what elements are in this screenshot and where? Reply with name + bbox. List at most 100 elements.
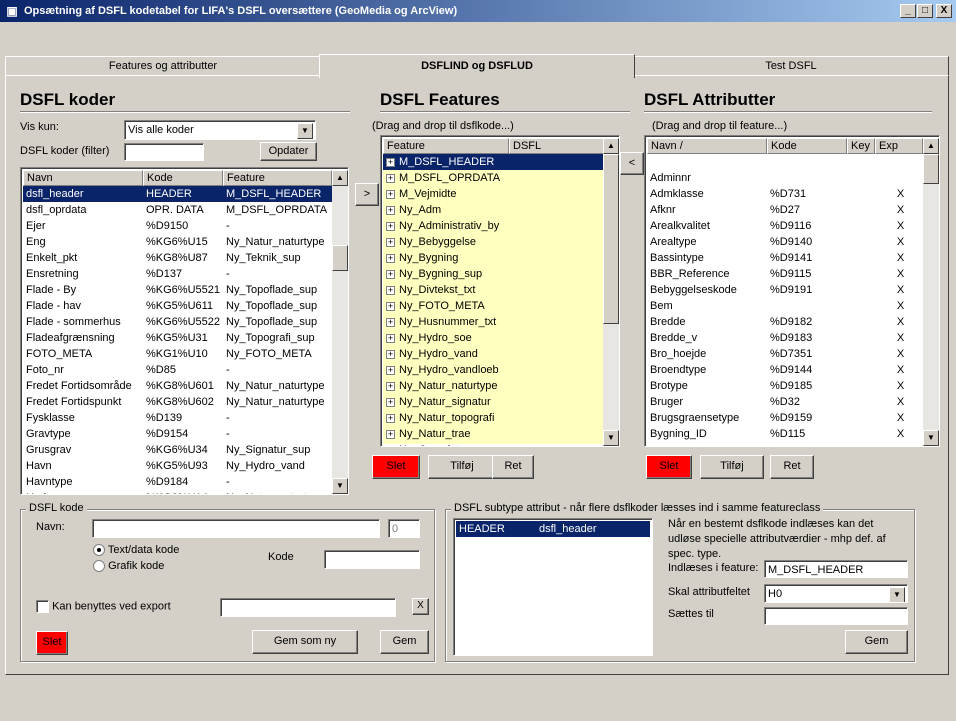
saettes-input[interactable] [764, 607, 908, 625]
attributter-scrollbar[interactable]: ▲ ▼ [923, 138, 939, 446]
table-row[interactable]: Hede%KG6%U14Ny_Natur_naturtype [23, 490, 332, 494]
radio-text-data[interactable]: Text/data kode [93, 544, 179, 557]
scroll-up-icon[interactable]: ▲ [603, 138, 619, 154]
expand-icon[interactable]: + [386, 221, 395, 231]
filter-input[interactable] [124, 143, 204, 161]
list-item[interactable]: + Ny_Administrativ_by [383, 218, 603, 234]
expand-icon[interactable]: + [386, 301, 395, 311]
table-row[interactable]: dsfl_oprdata OPR. DATA M_DSFL_OPRDATA [23, 202, 332, 218]
chevron-down-icon[interactable]: ▼ [889, 587, 905, 602]
features-tilfoej-button[interactable]: Tilføj [428, 455, 496, 479]
table-row[interactable]: Grusgrav %KG6%U34 Ny_Signatur_sup [23, 442, 332, 458]
table-row[interactable]: Flade - By %KG6%U5521 Ny_Topoflade_sup [23, 282, 332, 298]
table-row[interactable]: Brotype %D9185 X [647, 378, 923, 394]
col-navn[interactable]: Navn [23, 170, 143, 186]
table-row[interactable]: Ejer %D9150 - [23, 218, 332, 234]
table-row[interactable]: Fladeafgrænsning %KG5%U31 Ny_Topografi_sup [23, 330, 332, 346]
list-item[interactable]: + Ny_Bebyggelse [383, 234, 603, 250]
table-row[interactable]: Bruger %D32 X [647, 394, 923, 410]
list-item[interactable]: + Ny_Natur_trae [383, 426, 603, 442]
list-item[interactable]: + Ny_Hydro_vandloeb [383, 362, 603, 378]
expand-icon[interactable]: + [386, 237, 395, 247]
expand-icon[interactable]: + [386, 317, 395, 327]
kode-gem-button[interactable]: Gem [380, 630, 429, 654]
koder-list[interactable]: Navn Kode Feature dsfl_header HEADER M_DSF… [20, 167, 349, 495]
kode-slet-button[interactable]: Slet [36, 631, 68, 655]
features-scrollbar[interactable]: ▲ ▼ [603, 138, 619, 446]
vis-kun-select[interactable]: Vis alle koder ▼ [124, 120, 316, 140]
table-row[interactable]: Brugsgraensetype %D9159 X [647, 410, 923, 426]
expand-icon[interactable]: + [386, 397, 395, 407]
table-row[interactable]: Fysklasse %D139 - [23, 410, 332, 426]
export-input[interactable] [220, 598, 396, 617]
kode-input[interactable] [324, 550, 420, 569]
attributter-ret-button[interactable]: Ret [770, 455, 814, 479]
table-row[interactable]: Bygning_ID %D115 X [647, 426, 923, 442]
export-checkbox-row[interactable]: Kan benyttes ved export [36, 600, 171, 613]
scroll-thumb[interactable] [603, 154, 619, 324]
scroll-up-icon[interactable]: ▲ [332, 170, 348, 186]
table-row[interactable]: Havn %KG5%U93 Ny_Hydro_vand [23, 458, 332, 474]
list-item[interactable]: + Ny_Bygning [383, 250, 603, 266]
attributter-slet-button[interactable]: Slet [646, 455, 692, 479]
list-item[interactable]: + Ny_Natur_topografi [383, 410, 603, 426]
scroll-down-icon[interactable]: ▼ [923, 430, 939, 446]
list-item[interactable]: + M_DSFL_HEADER [383, 154, 603, 170]
table-row[interactable]: Arealtype %D9140 X [647, 234, 923, 250]
expand-icon[interactable]: + [386, 445, 395, 446]
koder-scrollbar[interactable]: ▲ ▼ [332, 170, 348, 494]
scroll-down-icon[interactable]: ▼ [332, 478, 348, 494]
move-left-button[interactable]: < [620, 152, 644, 175]
table-row[interactable]: Gravtype %D9154 - [23, 426, 332, 442]
list-item[interactable]: + Ny_Hydro_soe [383, 330, 603, 346]
col-dsfl[interactable]: DSFL [509, 138, 605, 154]
scroll-thumb[interactable] [332, 245, 348, 271]
list-item[interactable]: + Ny_Hydro_vand [383, 346, 603, 362]
table-row[interactable]: Broendtype %D9144 X [647, 362, 923, 378]
table-row[interactable]: Arealkvalitet %D9116 X [647, 218, 923, 234]
table-row[interactable]: Bassintype %D9141 X [647, 250, 923, 266]
opdater-button[interactable]: Opdater [260, 142, 317, 161]
list-item[interactable]: + Ny_Husnummer_txt [383, 314, 603, 330]
table-row[interactable]: Bem X [647, 298, 923, 314]
col-kode[interactable]: Kode [767, 138, 847, 154]
expand-icon[interactable]: + [386, 253, 395, 263]
indlaeses-input[interactable]: M_DSFL_HEADER [764, 560, 908, 578]
table-row[interactable]: Bygningstype%D9111 X [647, 442, 923, 444]
list-item[interactable]: + M_Vejmidte [383, 186, 603, 202]
scroll-down-icon[interactable]: ▼ [603, 430, 619, 446]
table-row[interactable]: Eng %KG6%U15 Ny_Natur_naturtype [23, 234, 332, 250]
table-row[interactable]: Enkelt_pkt %KG8%U87 Ny_Teknik_sup [23, 250, 332, 266]
export-clear-button[interactable]: X [412, 598, 429, 615]
table-row[interactable]: Flade - hav %KG5%U611 Ny_Topoflade_sup [23, 298, 332, 314]
features-slet-button[interactable]: Slet [372, 455, 420, 479]
table-row[interactable]: FOTO_META %KG1%U10 Ny_FOTO_META [23, 346, 332, 362]
table-row[interactable]: Adminnr [647, 170, 923, 186]
col-navn[interactable]: Navn / [647, 138, 767, 154]
move-right-button[interactable]: > [355, 183, 379, 206]
expand-icon[interactable]: + [386, 189, 395, 199]
col-feature[interactable]: Feature [223, 170, 332, 186]
table-row[interactable]: Admklasse %D731 X [647, 186, 923, 202]
col-feature[interactable]: Feature [383, 138, 509, 154]
subtype-gem-button[interactable]: Gem [845, 630, 908, 654]
chevron-down-icon[interactable]: ▼ [297, 123, 313, 139]
expand-icon[interactable]: + [386, 413, 395, 423]
radio-unselected-icon[interactable] [93, 560, 105, 573]
table-row[interactable]: Bredde %D9182 X [647, 314, 923, 330]
table-row[interactable]: Fredet Fortidspunkt %KG8%U602 Ny_Natur_nat… [23, 394, 332, 410]
table-row[interactable]: BBR_Reference %D9115 X [647, 266, 923, 282]
expand-icon[interactable]: + [386, 429, 395, 439]
col-kode[interactable]: Kode [143, 170, 223, 186]
table-row[interactable]: dsfl_header HEADER M_DSFL_HEADER [23, 186, 332, 202]
expand-icon[interactable]: + [386, 157, 395, 167]
table-row[interactable]: Afknr %D27 X [647, 202, 923, 218]
radio-grafik[interactable]: Grafik kode [93, 560, 164, 573]
list-item[interactable]: + Ny_Bygning_sup [383, 266, 603, 282]
table-row[interactable]: Bebyggelseskode %D9191 X [647, 282, 923, 298]
list-item[interactable]: + Ny_Natur_signatur [383, 394, 603, 410]
features-list[interactable]: Feature DSFL + M_DSFL_HEADER + M_DSFL_OPRDA… [380, 135, 620, 447]
list-item[interactable]: + Ny_Oversigt [383, 442, 603, 446]
list-item[interactable]: + Ny_FOTO_META [383, 298, 603, 314]
gem-som-ny-button[interactable]: Gem som ny [252, 630, 358, 654]
